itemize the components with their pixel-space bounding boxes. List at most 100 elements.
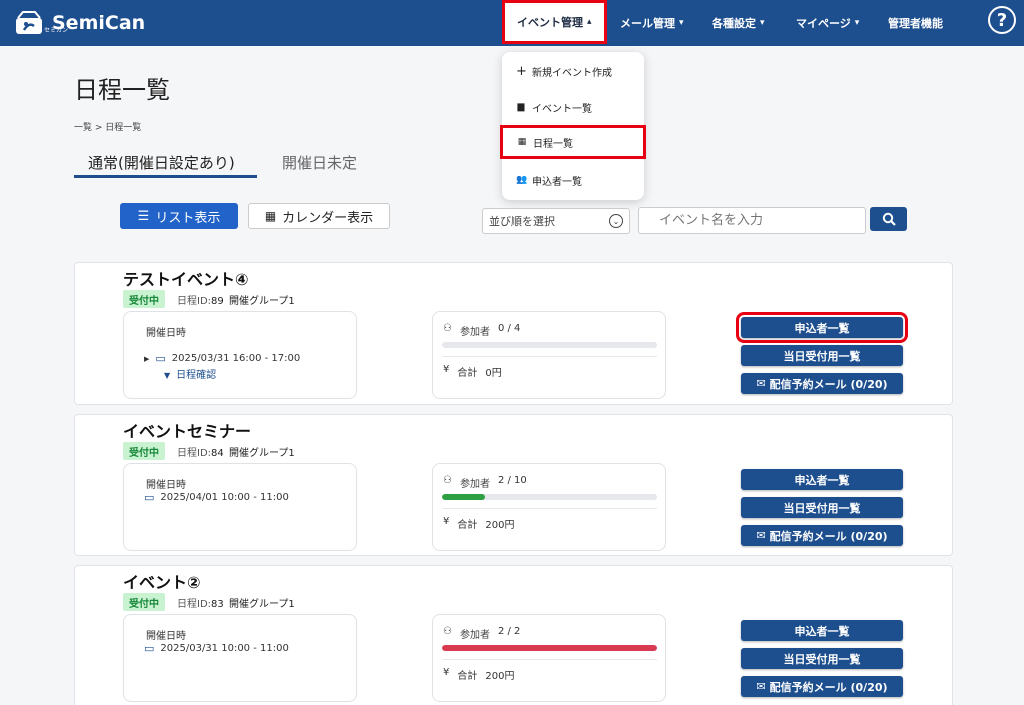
status-badge: 受付中 bbox=[123, 290, 165, 308]
tab-regular[interactable]: 通常(開催日設定あり) bbox=[88, 152, 235, 173]
same-day-list-button[interactable]: 当日受付用一覧 bbox=[741, 497, 903, 518]
plus-icon: + bbox=[516, 63, 527, 79]
schedule-id: 日程ID:84 開催グループ1 bbox=[177, 448, 295, 459]
nav-mail-management[interactable]: メール管理 ▾ bbox=[620, 0, 684, 46]
menu-item-schedule-list[interactable]: ▦ 日程一覧 bbox=[500, 125, 646, 159]
scheduled-mail-button[interactable]: ✉ 配信予約メール (0/20) bbox=[741, 525, 903, 546]
event-card: テストイベント④ 受付中 日程ID:89 開催グループ1 開催日時 ▶ ▭ 20… bbox=[74, 262, 953, 405]
menu-item-label: イベント一覧 bbox=[532, 103, 592, 115]
calendar-icon: ▆ bbox=[517, 102, 525, 112]
participant-count: 2 / 2 bbox=[497, 626, 521, 637]
total-value: 200円 bbox=[485, 671, 515, 682]
calendar-view-button[interactable]: ▦ カレンダー表示 bbox=[248, 203, 390, 229]
date-box: 開催日時 ▭ 2025/04/01 10:00 - 11:00 bbox=[123, 463, 357, 551]
event-card: イベントセミナー 受付中 日程ID:84 開催グループ1 開催日時 ▭ 2025… bbox=[74, 414, 953, 556]
nav-label: イベント管理 bbox=[517, 16, 583, 29]
yen-icon: ¥ bbox=[443, 364, 450, 375]
same-day-list-button[interactable]: 当日受付用一覧 bbox=[741, 648, 903, 669]
applicants-list-button[interactable]: 申込者一覧 bbox=[736, 312, 908, 343]
participants-label: ⚇ 参加者 2 / 10 bbox=[443, 475, 527, 490]
mail-icon: ✉ bbox=[756, 529, 766, 542]
chevron-up-icon: ▴ bbox=[587, 17, 592, 27]
calendar-icon: ▭ bbox=[144, 491, 155, 504]
search-button[interactable] bbox=[870, 207, 907, 231]
total-amount: ¥ 合計 200円 bbox=[443, 667, 515, 682]
stats-box: ⚇ 参加者 0 / 4 ¥ 合計 0円 bbox=[432, 311, 666, 399]
date-row[interactable]: ▶ ▭ 2025/03/31 16:00 - 17:00 bbox=[144, 352, 300, 365]
date-row: ▭ 2025/04/01 10:00 - 11:00 bbox=[144, 491, 289, 504]
participant-progress-bar bbox=[442, 494, 657, 500]
nav-event-management[interactable]: イベント管理 ▴ bbox=[502, 0, 607, 44]
schedule-id: 日程ID:89 開催グループ1 bbox=[177, 296, 295, 307]
menu-item-new-event[interactable]: + 新規イベント作成 bbox=[502, 56, 644, 86]
participant-progress-bar bbox=[442, 645, 657, 651]
sort-select[interactable]: 並び順を選択 ⌄ bbox=[482, 208, 630, 234]
logo[interactable]: SemiCan bbox=[14, 7, 145, 39]
date-label: 開催日時 bbox=[146, 328, 186, 339]
list-icon: ☰ bbox=[137, 208, 150, 224]
scheduled-mail-button[interactable]: ✉ 配信予約メール (0/20) bbox=[741, 676, 903, 697]
schedule-id: 日程ID:83 開催グループ1 bbox=[177, 599, 295, 610]
participants-label: ⚇ 参加者 2 / 2 bbox=[443, 626, 521, 641]
participants-label: ⚇ 参加者 0 / 4 bbox=[443, 323, 521, 338]
calendar-icon: ▦ bbox=[264, 209, 277, 223]
calendar-grid-icon: ▦ bbox=[517, 137, 527, 147]
button-label: リスト表示 bbox=[155, 210, 221, 226]
date-box: 開催日時 ▶ ▭ 2025/03/31 16:00 - 17:00 ▼ 日程確認 bbox=[123, 311, 357, 399]
total-value: 200円 bbox=[485, 520, 515, 531]
event-name-search-input[interactable] bbox=[638, 207, 866, 234]
menu-item-applicant-list[interactable]: 👥 申込者一覧 bbox=[502, 165, 644, 195]
participant-count: 2 / 10 bbox=[497, 475, 527, 486]
list-view-button[interactable]: ☰ リスト表示 bbox=[120, 203, 238, 229]
tab-date-undecided[interactable]: 開催日未定 bbox=[282, 152, 357, 173]
event-title: イベント② bbox=[123, 573, 201, 592]
chevron-down-icon: ▾ bbox=[679, 18, 684, 28]
calendar-icon: ▭ bbox=[155, 352, 166, 365]
date-label: 開催日時 bbox=[146, 631, 186, 642]
menu-item-label: 新規イベント作成 bbox=[532, 67, 612, 79]
scheduled-mail-button[interactable]: ✉ 配信予約メール (0/20) bbox=[741, 373, 903, 394]
participant-progress-bar bbox=[442, 342, 657, 348]
date-box: 開催日時 ▭ 2025/03/31 10:00 - 11:00 bbox=[123, 614, 357, 702]
nav-my-page[interactable]: マイページ ▾ bbox=[796, 0, 859, 46]
total-value: 0円 bbox=[485, 368, 502, 379]
yen-icon: ¥ bbox=[443, 667, 450, 678]
event-date: 2025/03/31 16:00 - 17:00 bbox=[171, 353, 301, 364]
divider bbox=[442, 659, 657, 660]
progress-fill bbox=[442, 494, 485, 500]
breadcrumb[interactable]: 一覧 > 日程一覧 bbox=[74, 120, 141, 133]
chevron-down-icon: ⌄ bbox=[609, 214, 623, 228]
app-header: SemiCan セミカン イベント管理 ▴ メール管理 ▾ 各種設定 ▾ マイペ… bbox=[0, 0, 1024, 46]
logo-icon bbox=[16, 11, 42, 34]
status-badge: 受付中 bbox=[123, 593, 165, 611]
date-label: 開催日時 bbox=[146, 480, 186, 491]
schedule-confirm-link[interactable]: ▼ 日程確認 bbox=[164, 366, 216, 381]
applicants-list-button[interactable]: 申込者一覧 bbox=[741, 469, 903, 490]
nav-label: マイページ bbox=[796, 17, 851, 30]
participant-count: 0 / 4 bbox=[497, 323, 521, 334]
button-label: カレンダー表示 bbox=[282, 210, 374, 226]
nav-settings[interactable]: 各種設定 ▾ bbox=[712, 0, 765, 46]
users-icon: ⚇ bbox=[443, 475, 452, 486]
event-card: イベント② 受付中 日程ID:83 開催グループ1 開催日時 ▭ 2025/03… bbox=[74, 565, 953, 705]
event-title: イベントセミナー bbox=[123, 422, 252, 441]
page-title: 日程一覧 bbox=[74, 76, 170, 104]
calendar-icon: ▭ bbox=[144, 642, 155, 655]
nav-admin[interactable]: 管理者機能 bbox=[888, 0, 943, 46]
event-date: 2025/04/01 10:00 - 11:00 bbox=[160, 492, 289, 503]
help-icon[interactable]: ? bbox=[988, 6, 1016, 34]
chevron-down-icon: ▾ bbox=[854, 18, 860, 28]
menu-item-event-list[interactable]: ▆ イベント一覧 bbox=[502, 92, 644, 122]
users-icon: ⚇ bbox=[443, 626, 452, 637]
progress-fill bbox=[442, 645, 657, 651]
users-icon: 👥 bbox=[516, 175, 528, 185]
yen-icon: ¥ bbox=[443, 516, 450, 527]
mail-icon: ✉ bbox=[756, 680, 766, 693]
chevron-down-icon: ▾ bbox=[760, 18, 765, 28]
logo-subtext: セミカン bbox=[44, 27, 69, 34]
applicants-list-button[interactable]: 申込者一覧 bbox=[741, 620, 903, 641]
stats-box: ⚇ 参加者 2 / 2 ¥ 合計 200円 bbox=[432, 614, 666, 702]
total-amount: ¥ 合計 200円 bbox=[443, 516, 515, 531]
same-day-list-button[interactable]: 当日受付用一覧 bbox=[741, 345, 903, 366]
active-tab-indicator bbox=[74, 175, 257, 178]
